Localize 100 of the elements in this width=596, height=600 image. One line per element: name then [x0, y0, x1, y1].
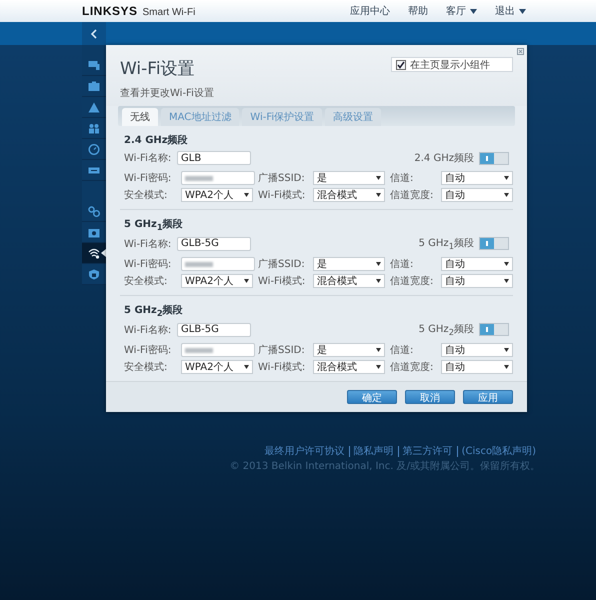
dialog-button[interactable]: 确定 — [347, 390, 397, 404]
field-label: Wi-Fi密码: — [124, 258, 172, 271]
field-label: 广播SSID: — [258, 344, 306, 357]
input-field[interactable]: GLB — [177, 151, 251, 165]
caret-icon — [244, 279, 249, 283]
footer-link[interactable]: 第三方许可 — [398, 446, 457, 457]
field-label: 信道: — [390, 172, 414, 185]
dropdown[interactable]: 自动 — [441, 360, 513, 374]
password-field[interactable] — [181, 343, 255, 357]
chevron-left-icon — [90, 28, 98, 38]
caret-icon — [376, 279, 381, 283]
back-button[interactable] — [82, 22, 106, 45]
menu-item[interactable]: 退出 — [495, 4, 526, 18]
caret-icon — [504, 348, 509, 352]
dialog-button[interactable]: 取消 — [405, 390, 455, 404]
dialog-button[interactable]: 应用 — [463, 390, 513, 404]
field-label: 安全模式: — [124, 274, 168, 288]
caret-icon — [519, 8, 526, 14]
caret-icon — [244, 365, 249, 369]
dropdown[interactable]: 自动 — [441, 343, 513, 357]
dropdown[interactable]: 混合模式 — [313, 274, 385, 288]
field-label: Wi-Fi密码: — [124, 344, 172, 357]
toggle-switch[interactable] — [479, 323, 509, 336]
gears-icon — [88, 206, 100, 216]
caret-icon — [376, 348, 381, 352]
menu-item[interactable]: 帮助 — [408, 4, 428, 18]
camera-icon — [88, 226, 100, 238]
usb-icon — [88, 164, 100, 176]
caret-icon — [504, 176, 509, 180]
dropdown[interactable]: 自动 — [441, 257, 513, 271]
field-label: 广播SSID: — [258, 258, 306, 271]
field-label: Wi-Fi密码: — [124, 172, 172, 185]
field-label: 信道: — [390, 258, 414, 271]
dialog-title: Wi-Fi设置 — [120, 58, 196, 80]
clock-icon — [88, 144, 100, 154]
footer-link[interactable]: 隐私声明 — [348, 446, 398, 457]
password-field[interactable] — [181, 171, 255, 185]
caret-icon — [504, 365, 509, 369]
blurred-text-icon — [185, 176, 213, 180]
dropdown[interactable]: 自动 — [441, 188, 513, 202]
warning-icon — [88, 102, 100, 112]
dropdown[interactable]: 是 — [313, 257, 385, 271]
toggle-label: 5 GHz$_{2}$频段 — [418, 322, 474, 337]
field-label: 安全模式: — [124, 188, 168, 202]
caret-icon — [376, 176, 381, 180]
field-label: 信道宽度: — [390, 360, 434, 374]
input-field[interactable]: GLB-5G — [177, 322, 251, 336]
dropdown[interactable]: 混合模式 — [313, 360, 385, 374]
monitor-icon — [88, 60, 100, 70]
toggle-switch[interactable] — [479, 152, 509, 164]
footer-link[interactable]: 最终用户许可协议 — [260, 446, 349, 457]
menu-item[interactable]: 客厅 — [446, 4, 477, 18]
product-name: Smart Wi-Fi — [142, 7, 196, 18]
widget-option[interactable]: 在主页显示小组件 — [391, 57, 513, 72]
field-label: Wi-Fi模式: — [258, 188, 306, 202]
field-label: Wi-Fi名称: — [124, 238, 172, 250]
toggle-label: 5 GHz$_{1}$频段 — [418, 236, 474, 251]
band-title: 2.4 GHz频段 — [124, 134, 189, 147]
sidebar-item[interactable] — [82, 243, 106, 264]
field-label: Wi-Fi名称: — [124, 152, 172, 165]
input-field[interactable]: GLB-5G — [177, 236, 251, 250]
band-title: 5 GHz$_{2}$频段 — [124, 304, 184, 318]
caret-icon — [504, 262, 509, 266]
users-icon — [88, 122, 100, 134]
blurred-text-icon — [185, 348, 213, 352]
caret-icon — [470, 8, 477, 14]
dropdown[interactable]: 自动 — [441, 171, 513, 185]
dropdown[interactable]: 是 — [313, 171, 385, 185]
password-field[interactable] — [181, 257, 255, 271]
caret-icon — [244, 193, 249, 197]
wifi-icon — [88, 248, 100, 258]
dropdown[interactable]: 是 — [313, 343, 385, 357]
tab[interactable]: 无线 — [122, 108, 158, 126]
dropdown[interactable]: WPA2个人 — [181, 188, 253, 202]
menu-item[interactable]: 应用中心 — [350, 4, 390, 18]
lock-icon — [88, 268, 100, 280]
dropdown[interactable]: WPA2个人 — [181, 274, 253, 288]
caret-icon — [376, 193, 381, 197]
footer-link[interactable]: (Cisco隐私声明) — [456, 446, 540, 457]
caret-icon — [504, 279, 509, 283]
checkbox[interactable] — [396, 60, 406, 70]
field-label: 信道宽度: — [390, 188, 434, 202]
blurred-text-icon — [185, 262, 213, 266]
logo: LINKSYS — [82, 4, 138, 18]
close-icon[interactable] — [517, 48, 524, 55]
field-label: 安全模式: — [124, 360, 168, 374]
dropdown[interactable]: 自动 — [441, 274, 513, 288]
band-title: 5 GHz$_{1}$频段 — [124, 218, 184, 232]
dropdown[interactable]: 混合模式 — [313, 188, 385, 202]
field-label: Wi-Fi名称: — [124, 324, 172, 336]
toolbox-icon — [88, 80, 100, 92]
toggle-switch[interactable] — [479, 237, 509, 250]
dropdown[interactable]: WPA2个人 — [181, 360, 253, 374]
caret-icon — [376, 365, 381, 369]
field-label: 信道: — [390, 344, 414, 357]
dialog-subtitle: 查看并更改Wi-Fi设置 — [120, 86, 214, 100]
checkbox-label: 在主页显示小组件 — [410, 58, 490, 72]
field-label: 信道宽度: — [390, 274, 434, 288]
toggle-label: 2.4 GHz频段 — [414, 152, 474, 165]
field-label: 广播SSID: — [258, 172, 306, 185]
